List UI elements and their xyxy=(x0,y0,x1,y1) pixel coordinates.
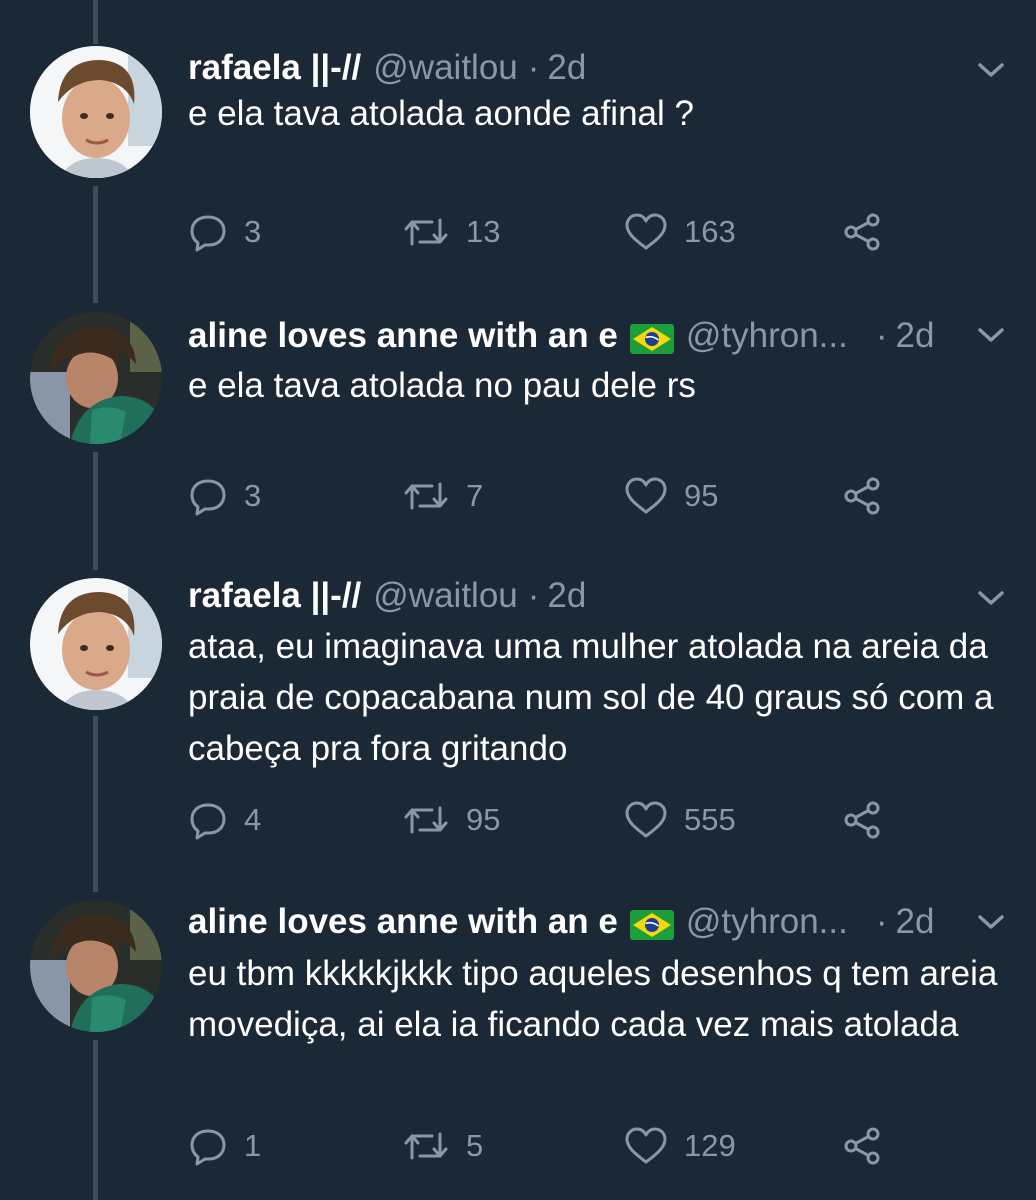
share-icon xyxy=(842,800,884,840)
retweet-icon xyxy=(402,1126,450,1166)
retweet-count: 95 xyxy=(466,802,501,837)
timestamp[interactable]: 2d xyxy=(547,574,586,618)
reply-button[interactable]: 3 xyxy=(188,476,261,516)
heart-icon xyxy=(624,212,668,252)
user-handle[interactable]: @tyhron... xyxy=(686,900,848,944)
timestamp[interactable]: 2d xyxy=(896,314,935,358)
retweet-icon xyxy=(402,212,450,252)
tweet-header: rafaela ||-// @waitlou · 2d xyxy=(188,574,586,618)
reply-icon xyxy=(188,212,228,252)
tweet-header: aline loves anne with an e @tyhron... · … xyxy=(188,900,934,944)
avatar[interactable] xyxy=(30,46,162,178)
reply-count: 3 xyxy=(244,214,262,249)
avatar[interactable] xyxy=(30,312,162,444)
reply-icon xyxy=(188,800,228,840)
tweet[interactable]: aline loves anne with an e @tyhron... · … xyxy=(0,312,1036,538)
separator-dot: · xyxy=(875,316,888,355)
share-button[interactable] xyxy=(842,800,900,840)
retweet-count: 7 xyxy=(466,478,484,513)
like-button[interactable]: 95 xyxy=(624,476,718,516)
reply-button[interactable]: 3 xyxy=(188,212,261,252)
separator-dot: · xyxy=(875,902,888,941)
chevron-down-icon[interactable] xyxy=(976,912,1006,932)
reply-count: 1 xyxy=(244,1128,262,1163)
heart-icon xyxy=(624,800,668,840)
like-button[interactable]: 129 xyxy=(624,1126,736,1166)
tweet-text: e ela tava atolada aonde afinal ? xyxy=(188,94,694,133)
retweet-button[interactable]: 7 xyxy=(402,476,483,516)
thread-line xyxy=(93,0,98,44)
retweet-icon xyxy=(402,800,450,840)
avatar[interactable] xyxy=(30,900,162,1032)
heart-icon xyxy=(624,1126,668,1166)
chevron-down-icon[interactable] xyxy=(976,60,1006,80)
reply-icon xyxy=(188,1126,228,1166)
user-handle[interactable]: @tyhron... xyxy=(686,314,848,358)
timestamp[interactable]: 2d xyxy=(896,900,935,944)
retweet-button[interactable]: 95 xyxy=(402,800,500,840)
tweet-text: eu tbm kkkkkjkkk tipo aqueles desenhos q… xyxy=(188,954,998,1044)
chevron-down-icon[interactable] xyxy=(976,325,1006,345)
like-count: 555 xyxy=(684,802,736,837)
share-icon xyxy=(842,1126,884,1166)
retweet-count: 13 xyxy=(466,214,501,249)
tweet[interactable]: rafaela ||-// @waitlou · 2d e ela tava a… xyxy=(0,42,1036,272)
display-name[interactable]: rafaela ||-// xyxy=(188,46,361,90)
display-name[interactable]: aline loves anne with an e xyxy=(188,314,618,358)
timeline: rafaela ||-// @waitlou · 2d e ela tava a… xyxy=(0,0,1036,1200)
reply-count: 4 xyxy=(244,802,262,837)
brazil-flag-icon xyxy=(629,907,674,940)
reply-button[interactable]: 4 xyxy=(188,800,261,840)
reply-button[interactable]: 1 xyxy=(188,1126,261,1166)
tweet-header: aline loves anne with an e @tyhron... · … xyxy=(188,314,934,358)
like-button[interactable]: 555 xyxy=(624,800,736,840)
like-count: 129 xyxy=(684,1128,736,1163)
tweet-text: e ela tava atolada no pau dele rs xyxy=(188,366,696,405)
separator-dot: · xyxy=(527,48,540,87)
tweet-header: rafaela ||-// @waitlou · 2d xyxy=(188,46,586,90)
separator-dot: · xyxy=(527,576,540,615)
like-count: 95 xyxy=(684,478,719,513)
chevron-down-icon[interactable] xyxy=(976,588,1006,608)
display-name[interactable]: rafaela ||-// xyxy=(188,574,361,618)
heart-icon xyxy=(624,476,668,516)
user-handle[interactable]: @waitlou xyxy=(373,574,517,618)
like-count: 163 xyxy=(684,214,736,249)
brazil-flag-icon xyxy=(629,321,674,354)
share-icon xyxy=(842,212,884,252)
retweet-button[interactable]: 5 xyxy=(402,1126,483,1166)
user-handle[interactable]: @waitlou xyxy=(373,46,517,90)
retweet-count: 5 xyxy=(466,1128,484,1163)
reply-count: 3 xyxy=(244,478,262,513)
retweet-icon xyxy=(402,476,450,516)
avatar[interactable] xyxy=(30,578,162,710)
share-button[interactable] xyxy=(842,476,900,516)
like-button[interactable]: 163 xyxy=(624,212,736,252)
tweet[interactable]: aline loves anne with an e @tyhron... · … xyxy=(0,900,1036,1200)
tweet-text: ataa, eu imaginava uma mulher atolada na… xyxy=(188,627,994,768)
reply-icon xyxy=(188,476,228,516)
tweet[interactable]: rafaela ||-// @waitlou · 2d ataa, eu ima… xyxy=(0,574,1036,864)
share-button[interactable] xyxy=(842,212,900,252)
share-button[interactable] xyxy=(842,1126,900,1166)
retweet-button[interactable]: 13 xyxy=(402,212,500,252)
display-name[interactable]: aline loves anne with an e xyxy=(188,900,618,944)
timestamp[interactable]: 2d xyxy=(547,46,586,90)
share-icon xyxy=(842,476,884,516)
